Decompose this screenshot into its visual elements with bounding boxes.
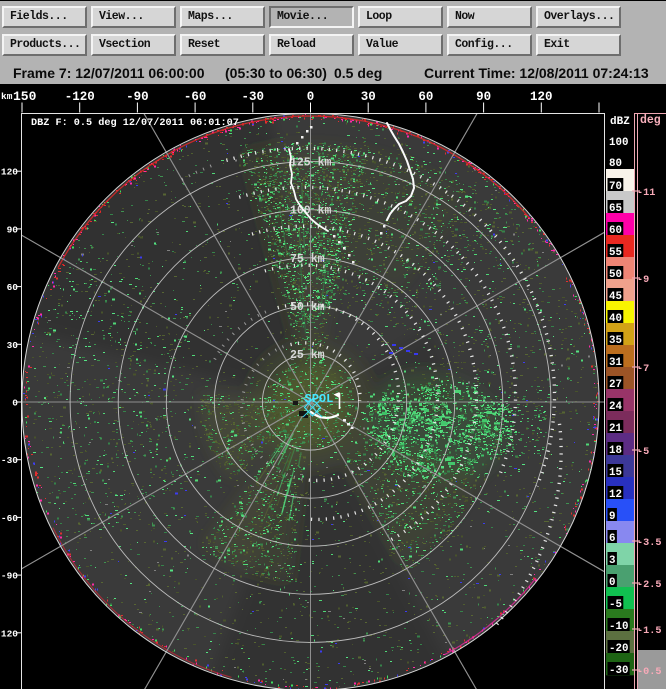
svg-text:-60: -60 <box>1 513 18 524</box>
svg-text:-120: -120 <box>0 628 18 639</box>
svg-text:100: 100 <box>609 137 628 149</box>
svg-text:27: 27 <box>609 379 622 391</box>
svg-text:70: 70 <box>609 181 622 193</box>
svg-text:25 km: 25 km <box>290 349 325 362</box>
svg-text:3: 3 <box>609 555 615 567</box>
svg-text:-9: -9 <box>637 275 649 286</box>
svg-text:dBZ: dBZ <box>610 116 630 128</box>
svg-text:24: 24 <box>609 401 622 413</box>
svg-text:120: 120 <box>530 90 553 104</box>
svg-text:60: 60 <box>609 225 622 237</box>
svg-text:65: 65 <box>609 203 622 215</box>
svg-text:-30: -30 <box>609 665 628 677</box>
svg-text:125 km: 125 km <box>290 157 332 170</box>
svg-text:45: 45 <box>609 291 622 303</box>
svg-text:35: 35 <box>609 335 622 347</box>
svg-text:-5: -5 <box>609 599 622 611</box>
svg-text:-20: -20 <box>609 643 628 655</box>
svg-text:150: 150 <box>13 89 37 104</box>
svg-text:km: km <box>1 91 13 102</box>
svg-text:31: 31 <box>609 357 622 369</box>
svg-text:100 km: 100 km <box>290 205 332 218</box>
svg-text:0: 0 <box>609 577 615 589</box>
svg-text:6: 6 <box>609 533 615 545</box>
svg-text:DBZ F: 0.5 deg 12/07/2011 06:0: DBZ F: 0.5 deg 12/07/2011 06:01:07 <box>31 117 239 129</box>
svg-text:-3.5: -3.5 <box>637 538 661 549</box>
svg-text:15: 15 <box>609 467 622 479</box>
svg-text:-120: -120 <box>65 90 95 104</box>
svg-text:9: 9 <box>609 511 615 523</box>
svg-text:-1.5: -1.5 <box>637 626 661 637</box>
svg-text:-90: -90 <box>1 571 18 582</box>
svg-text:SPOL: SPOL <box>305 392 334 406</box>
svg-text:60: 60 <box>418 90 433 104</box>
svg-text:21: 21 <box>609 423 622 435</box>
svg-text:-5: -5 <box>637 447 649 458</box>
svg-text:-0.5: -0.5 <box>637 667 661 678</box>
svg-text:-30: -30 <box>242 90 265 104</box>
svg-text:55: 55 <box>609 247 622 259</box>
svg-text:-11: -11 <box>637 188 655 199</box>
svg-text:90: 90 <box>7 224 19 235</box>
svg-text:60: 60 <box>7 282 19 293</box>
svg-text:0: 0 <box>307 90 315 104</box>
svg-text:30: 30 <box>7 340 19 351</box>
svg-text:-2.5: -2.5 <box>637 580 661 591</box>
svg-text:-7: -7 <box>637 364 649 375</box>
svg-text:-10: -10 <box>609 621 628 633</box>
svg-text:-30: -30 <box>1 455 18 466</box>
svg-text:deg: deg <box>640 114 661 127</box>
svg-text:40: 40 <box>609 313 622 325</box>
svg-text:90: 90 <box>476 90 491 104</box>
svg-text:0: 0 <box>12 398 18 409</box>
svg-text:75 km: 75 km <box>290 253 325 266</box>
svg-text:12: 12 <box>609 489 622 501</box>
svg-text:30: 30 <box>361 90 376 104</box>
svg-text:-90: -90 <box>126 90 149 104</box>
svg-text:50: 50 <box>609 269 622 281</box>
svg-text:18: 18 <box>609 445 622 457</box>
svg-text:-60: -60 <box>184 90 207 104</box>
svg-text:80: 80 <box>609 158 622 170</box>
svg-text:120: 120 <box>1 167 18 178</box>
